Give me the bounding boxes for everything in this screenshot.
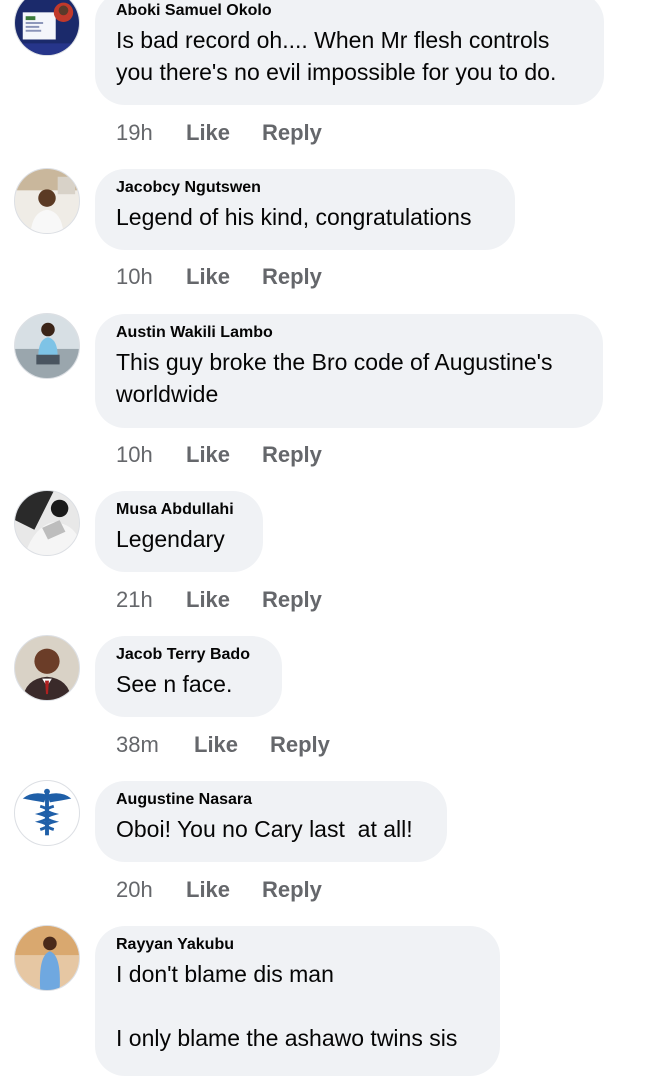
reply-button[interactable]: Reply xyxy=(262,262,322,292)
comment-bubble: Jacob Terry Bado See n face. xyxy=(95,636,282,717)
person-avatar-icon xyxy=(15,169,79,233)
person-avatar-icon xyxy=(15,926,79,990)
like-button[interactable]: Like xyxy=(186,118,230,148)
comment-author[interactable]: Musa Abdullahi xyxy=(116,500,243,519)
avatar[interactable] xyxy=(14,168,80,234)
poster-avatar-icon xyxy=(15,0,79,55)
avatar[interactable] xyxy=(14,0,80,56)
comment-text: Legend of his kind, congratulations xyxy=(116,204,472,230)
comment-author[interactable]: Austin Wakili Lambo xyxy=(116,323,583,342)
reply-button[interactable]: Reply xyxy=(270,730,330,760)
comment-bubble: Aboki Samuel Okolo Is bad record oh.... … xyxy=(95,0,604,105)
comment-text: Legendary xyxy=(116,526,225,552)
comment-text: Oboi! You no Cary last at all! xyxy=(116,816,413,842)
avatar[interactable] xyxy=(14,490,80,556)
comment-author[interactable]: Rayyan Yakubu xyxy=(116,935,480,954)
comment-author[interactable]: Jacobcy Ngutswen xyxy=(116,178,495,197)
like-button[interactable]: Like xyxy=(186,262,230,292)
avatar[interactable] xyxy=(14,780,80,846)
reply-button[interactable]: Reply xyxy=(262,585,322,615)
like-button[interactable]: Like xyxy=(186,440,230,470)
reply-button[interactable]: Reply xyxy=(262,118,322,148)
person-avatar-icon xyxy=(15,314,79,378)
comment-bubble: Augustine Nasara Oboi! You no Cary last … xyxy=(95,781,447,862)
person-suit-avatar-icon xyxy=(15,636,79,700)
comment-timestamp[interactable]: 10h xyxy=(116,262,153,292)
comment-timestamp[interactable]: 19h xyxy=(116,118,153,148)
comment-text: Is bad record oh.... When Mr flesh contr… xyxy=(116,27,557,85)
like-button[interactable]: Like xyxy=(194,730,238,760)
comment-timestamp[interactable]: 10h xyxy=(116,440,153,470)
comment-bubble: Jacobcy Ngutswen Legend of his kind, con… xyxy=(95,169,515,250)
reply-button[interactable]: Reply xyxy=(262,875,322,905)
comment-bubble: Musa Abdullahi Legendary xyxy=(95,491,263,572)
comment-author[interactable]: Aboki Samuel Okolo xyxy=(116,1,584,20)
avatar[interactable] xyxy=(14,313,80,379)
comment-text: See n face. xyxy=(116,671,233,697)
caduceus-avatar-icon xyxy=(15,781,79,845)
comment-author[interactable]: Augustine Nasara xyxy=(116,790,427,809)
comment-text: This guy broke the Bro code of Augustine… xyxy=(116,349,559,407)
comment-timestamp[interactable]: 21h xyxy=(116,585,153,615)
avatar[interactable] xyxy=(14,925,80,991)
comment-bubble: Rayyan Yakubu I don't blame dis man I on… xyxy=(95,926,500,1076)
comment-bubble: Austin Wakili Lambo This guy broke the B… xyxy=(95,314,603,428)
comment-timestamp[interactable]: 38m xyxy=(116,730,159,760)
comment-timestamp[interactable]: 20h xyxy=(116,875,153,905)
like-button[interactable]: Like xyxy=(186,875,230,905)
like-button[interactable]: Like xyxy=(186,585,230,615)
comment-author[interactable]: Jacob Terry Bado xyxy=(116,645,262,664)
comment-text: I don't blame dis man I only blame the a… xyxy=(116,961,458,1051)
reply-button[interactable]: Reply xyxy=(262,440,322,470)
avatar[interactable] xyxy=(14,635,80,701)
bw-photo-avatar-icon xyxy=(15,491,79,555)
